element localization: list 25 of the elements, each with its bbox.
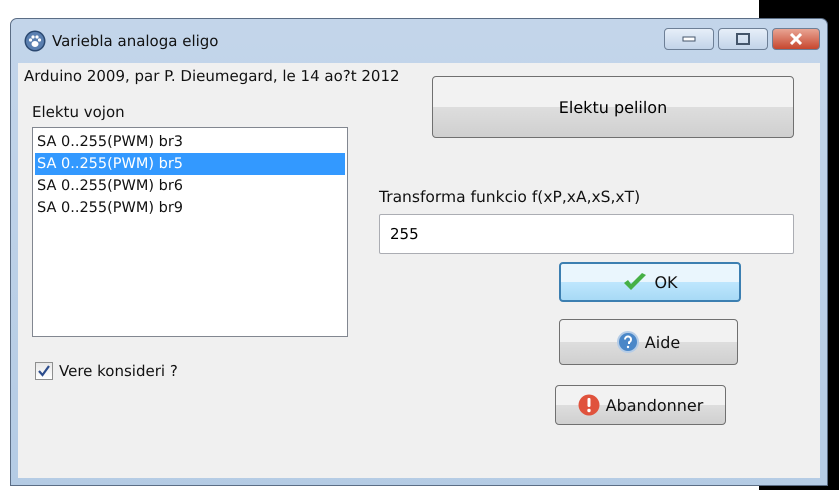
ok-button[interactable]: OK xyxy=(559,262,741,302)
minimize-button[interactable] xyxy=(664,28,714,50)
close-button[interactable] xyxy=(772,28,820,50)
maximize-button[interactable] xyxy=(718,28,768,50)
cancel-button[interactable]: Abandonner xyxy=(555,385,726,425)
pick-button[interactable]: Elektu pelilon xyxy=(432,76,794,138)
warning-icon xyxy=(578,394,600,416)
function-field[interactable]: 255 xyxy=(379,214,794,254)
list-label: Elektu vojon xyxy=(32,103,126,121)
close-icon xyxy=(789,33,803,45)
credit-text: Arduino 2009, par P. Dieumegard, le 14 ao?t 2012 xyxy=(24,67,401,87)
minimize-icon xyxy=(682,36,696,42)
help-icon xyxy=(616,331,639,353)
list-item[interactable]: SA 0..255(PWM) br3 xyxy=(35,131,345,153)
function-label: Transforma funkcio f(xP,xA,xS,xT) xyxy=(379,188,642,206)
window-title: Variebla analoga eligo xyxy=(52,32,220,50)
help-button[interactable]: Aide xyxy=(559,319,738,365)
check-icon xyxy=(622,272,648,292)
checkbox-label: Vere konsideri ? xyxy=(59,362,178,380)
channel-list[interactable]: SA 0..255(PWM) br3 SA 0..255(PWM) br5 SA 0..255(PWM) br6 SA 0..255(PWM) br9 xyxy=(32,127,348,337)
paw-icon xyxy=(24,30,46,52)
list-item[interactable]: SA 0..255(PWM) br9 xyxy=(35,197,345,219)
maximize-icon xyxy=(736,33,750,45)
list-item[interactable]: SA 0..255(PWM) br6 xyxy=(35,175,345,197)
checkbox[interactable] xyxy=(35,362,53,380)
